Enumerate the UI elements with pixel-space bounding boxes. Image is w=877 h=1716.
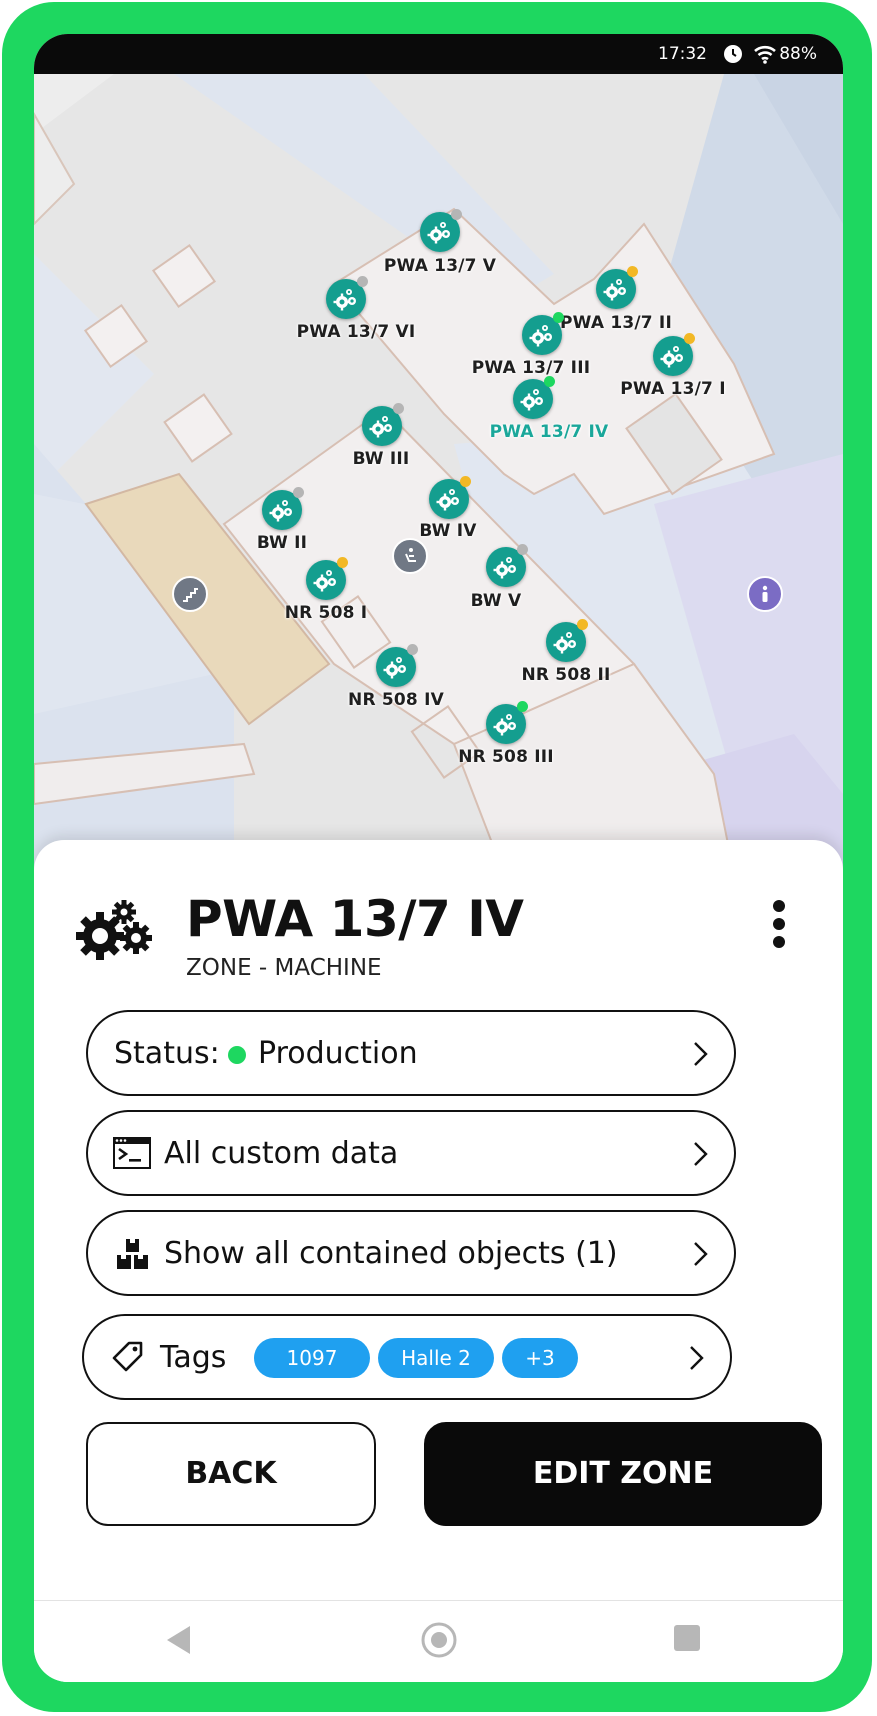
gears-icon [520,389,543,411]
contained-objects-row[interactable]: Show all contained objects (1) [86,1210,736,1296]
screen: 17:32 88% PWA 13/7 V PWA 13/7 VI PWA 13/… [34,34,843,1682]
person-info-icon[interactable] [747,576,783,612]
gears-icon [333,289,356,311]
machine-marker[interactable] [362,403,404,446]
device-frame: 17:32 88% PWA 13/7 V PWA 13/7 VI PWA 13/… [2,2,872,1712]
machine-marker-label[interactable]: PWA 13/7 IV [490,422,609,442]
more-options-icon[interactable] [765,900,793,956]
marker-status-dot [393,403,404,414]
machine-marker[interactable] [429,476,471,519]
status-bar: 17:32 88% [34,34,843,74]
gears-icon [383,657,406,679]
machine-marker[interactable] [653,333,695,376]
machine-marker-label[interactable]: PWA 13/7 I [620,379,725,399]
gears-icon [529,325,552,347]
status-dot [228,1046,246,1064]
gears-icon [369,416,392,438]
zone-title: PWA 13/7 IV [186,890,524,948]
marker-status-dot [451,209,462,220]
status-label: Status: [114,1036,220,1071]
marker-status-dot [357,276,368,287]
marker-status-dot [407,644,418,655]
seat-icon[interactable] [392,538,428,574]
machine-marker[interactable] [486,544,528,587]
boxes-icon [116,1238,150,1275]
chevron-right-icon [688,1344,706,1377]
chevron-right-icon [692,1140,710,1173]
marker-status-dot [460,476,471,487]
marker-status-dot [517,544,528,555]
stairs-icon[interactable] [172,576,208,612]
status-row[interactable]: Status: Production [86,1010,736,1096]
chevron-right-icon [692,1040,710,1073]
back-nav-icon[interactable] [164,1623,194,1662]
machine-marker[interactable] [596,266,638,309]
battery-level: 88% [779,44,817,64]
marker-status-dot [517,701,528,712]
back-button[interactable]: BACK [86,1422,376,1526]
status-value: Production [258,1036,418,1071]
machine-marker-label[interactable]: NR 508 I [285,603,368,623]
gears-icon [313,570,336,592]
zone-type: ZONE - MACHINE [186,955,382,981]
machine-marker[interactable] [376,644,418,687]
custom-data-label: All custom data [164,1136,399,1171]
machine-marker[interactable] [546,619,588,662]
gears-icon [493,557,516,579]
marker-status-dot [544,376,555,387]
edit-zone-button[interactable]: EDIT ZONE [424,1422,822,1526]
marker-status-dot [293,487,304,498]
machine-marker[interactable] [306,557,348,600]
machine-marker[interactable] [486,701,528,744]
alarm-icon [723,44,743,69]
machine-marker-label[interactable]: BW III [353,449,410,469]
home-nav-icon[interactable] [420,1621,458,1664]
system-nav-bar [34,1600,843,1682]
gears-icon [436,489,459,511]
gears-icon [76,898,158,967]
marker-status-dot [577,619,588,630]
map-view[interactable]: PWA 13/7 V PWA 13/7 VI PWA 13/7 II PWA 13/7… [34,74,843,874]
wifi-icon [753,44,777,69]
machine-marker[interactable] [513,376,555,419]
tag-icon [110,1340,144,1379]
zone-detail-sheet: PWA 13/7 IV ZONE - MACHINE Status: Produ… [34,840,843,1600]
clock: 17:32 [658,44,707,64]
machine-marker-label[interactable]: PWA 13/7 II [560,313,672,333]
machine-marker-label[interactable]: BW V [471,591,522,611]
recents-nav-icon[interactable] [672,1623,702,1658]
gears-icon [603,279,626,301]
marker-status-dot [627,266,638,277]
tag-more-chip[interactable]: +3 [502,1338,578,1378]
machine-marker-label[interactable]: BW IV [419,521,476,541]
gears-icon [493,714,516,736]
machine-marker[interactable] [262,487,304,530]
gears-icon [427,222,450,244]
gears-icon [269,500,292,522]
machine-marker-label[interactable]: PWA 13/7 VI [297,322,416,342]
machine-marker-label[interactable]: NR 508 IV [348,690,444,710]
gears-icon [660,346,683,368]
custom-data-row[interactable]: All custom data [86,1110,736,1196]
marker-status-dot [553,312,564,323]
machine-marker[interactable] [326,276,368,319]
machine-marker-label[interactable]: PWA 13/7 V [384,256,496,276]
terminal-icon [112,1136,152,1175]
tag-chip[interactable]: 1097 [254,1338,370,1378]
machine-marker-label[interactable]: NR 508 II [521,665,610,685]
machine-marker-label[interactable]: PWA 13/7 III [472,358,591,378]
marker-status-dot [337,557,348,568]
contained-objects-label: Show all contained objects (1) [164,1236,618,1271]
tags-label: Tags [160,1340,227,1375]
gears-icon [553,632,576,654]
tag-chip[interactable]: Halle 2 [378,1338,494,1378]
machine-marker[interactable] [522,312,564,355]
machine-marker-label[interactable]: BW II [257,533,307,553]
machine-marker-label[interactable]: NR 508 III [458,747,554,767]
marker-status-dot [684,333,695,344]
chevron-right-icon [692,1240,710,1273]
machine-marker[interactable] [420,209,462,252]
tags-row[interactable]: Tags 1097 Halle 2 +3 [82,1314,732,1400]
